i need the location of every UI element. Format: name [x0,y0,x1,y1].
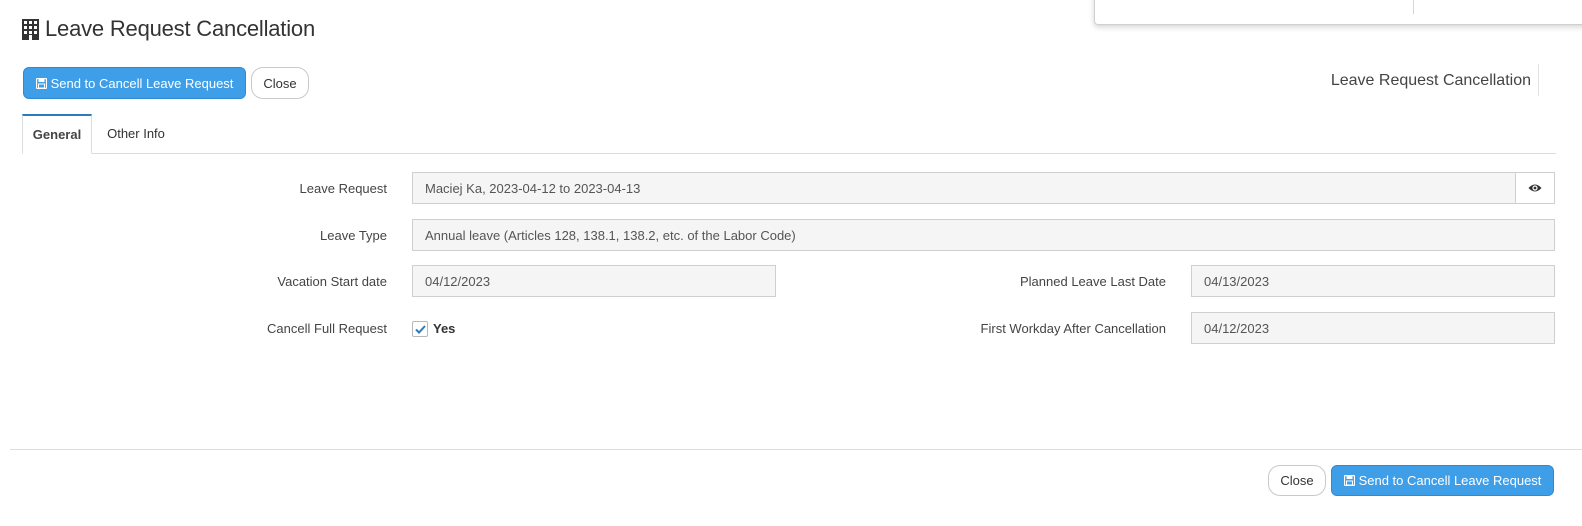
close-button[interactable]: Close [251,67,309,99]
tab-general[interactable]: General [22,114,92,154]
send-to-cancel-label: Send to Cancell Leave Request [50,75,234,91]
leave-type-value: Annual leave (Articles 128, 138.1, 138.2… [425,227,796,243]
footer-send-to-cancel-label: Send to Cancell Leave Request [1358,473,1542,488]
save-icon [1343,475,1355,486]
footer-divider [10,449,1582,450]
building-icon [22,18,39,40]
leave-type-label: Leave Type [320,228,387,243]
vacation-start-label: Vacation Start date [277,274,387,289]
footer-close-button[interactable]: Close [1268,465,1326,496]
popup-divider [1413,0,1414,14]
header-label: Leave Request Cancellation [1330,72,1531,89]
planned-last-field[interactable]: 04/13/2023 [1191,265,1555,297]
send-to-cancel-button[interactable]: Send to Cancell Leave Request [23,67,246,99]
cancel-full-checkbox[interactable] [412,321,428,337]
close-label: Close [263,75,297,91]
checkmark-icon [414,324,426,334]
first-workday-field[interactable]: 04/12/2023 [1191,312,1555,344]
footer-close-label: Close [1280,473,1314,488]
tab-bar: General Other Info [22,114,1556,154]
footer-send-to-cancel-button[interactable]: Send to Cancell Leave Request [1331,465,1554,496]
page-title-text: Leave Request Cancellation [45,16,315,41]
cancel-full-label: Cancell Full Request [267,321,387,336]
planned-last-value: 04/13/2023 [1204,273,1270,289]
eye-icon [1528,184,1542,192]
leave-request-label: Leave Request [299,181,387,196]
planned-last-label: Planned Leave Last Date [1020,274,1166,289]
view-leave-request-button[interactable] [1515,172,1555,204]
first-workday-value: 04/12/2023 [1204,320,1270,336]
popup-fragment [1094,0,1582,25]
tab-other-info[interactable]: Other Info [92,114,180,153]
vacation-start-field[interactable]: 04/12/2023 [412,265,776,297]
tab-other-info-label: Other Info [107,126,165,141]
first-workday-label: First Workday After Cancellation [980,321,1166,336]
header-divider [1538,64,1539,96]
vacation-start-value: 04/12/2023 [425,273,491,289]
save-icon [35,77,47,89]
cancel-full-option: Yes [433,321,456,336]
page-title: Leave Request Cancellation [22,16,315,42]
leave-request-field[interactable]: Maciej Ka, 2023-04-12 to 2023-04-13 [412,172,1516,204]
tab-general-label: General [32,127,82,142]
leave-request-value: Maciej Ka, 2023-04-12 to 2023-04-13 [425,180,641,196]
leave-type-field[interactable]: Annual leave (Articles 128, 138.1, 138.2… [412,219,1555,251]
